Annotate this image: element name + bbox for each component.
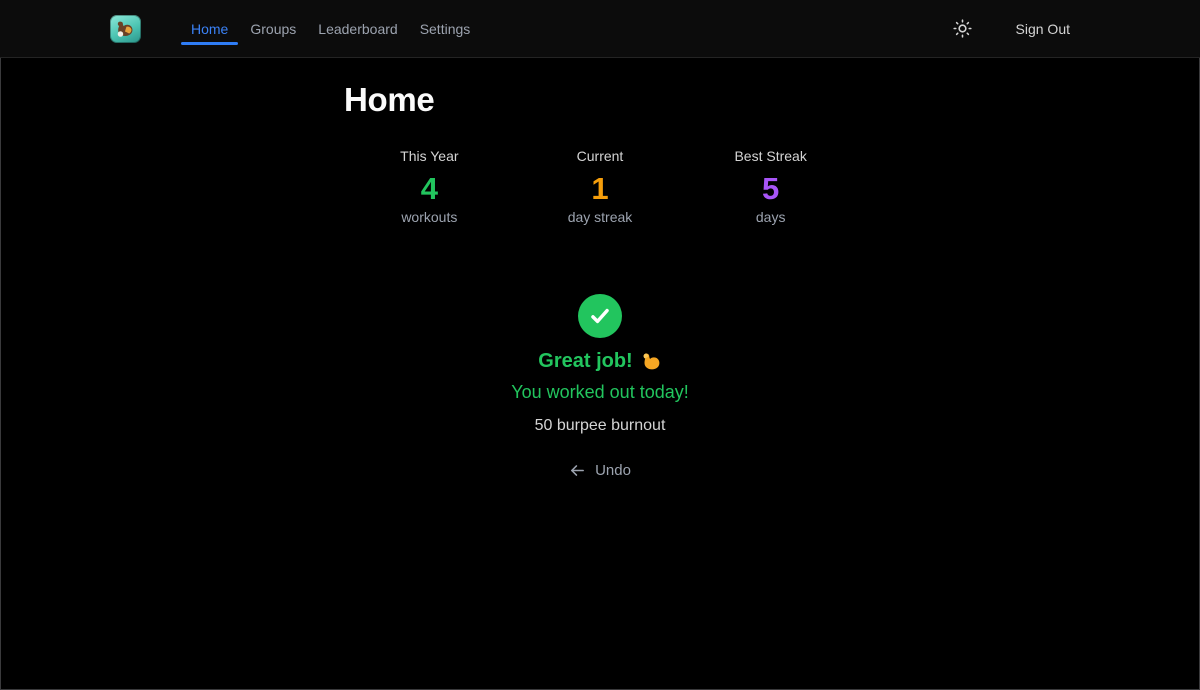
navbar-right: Sign Out xyxy=(953,19,1090,38)
stat-value: 4 xyxy=(344,171,515,206)
stat-label: Best Streak xyxy=(685,148,856,165)
workout-complete-section: Great job! You worked out today! 50 burp… xyxy=(344,294,856,484)
worked-out-message: You worked out today! xyxy=(344,381,856,403)
stat-best-streak: Best Streak 5 days xyxy=(685,148,856,226)
active-tab-underline xyxy=(181,42,238,45)
sign-out-button[interactable]: Sign Out xyxy=(1016,21,1070,37)
nav-item-leaderboard-label: Leaderboard xyxy=(318,21,397,37)
stat-value: 1 xyxy=(515,171,686,206)
logo-bicep-art xyxy=(114,18,137,40)
check-circle-icon xyxy=(578,294,622,338)
stat-value: 5 xyxy=(685,171,856,206)
navbar-inner: Home Groups Leaderboard Settings xyxy=(110,0,1090,57)
nav-item-settings[interactable]: Settings xyxy=(410,0,481,57)
arrow-left-icon xyxy=(569,462,586,479)
stats-row: This Year 4 workouts Current 1 day strea… xyxy=(344,148,856,226)
stat-unit: day streak xyxy=(515,209,686,226)
flexed-bicep-icon xyxy=(641,351,662,372)
stat-unit: days xyxy=(685,209,856,226)
navbar: Home Groups Leaderboard Settings xyxy=(0,0,1200,58)
stat-label: This Year xyxy=(344,148,515,165)
nav-item-home[interactable]: Home xyxy=(181,0,238,57)
undo-label: Undo xyxy=(595,462,631,479)
stat-unit: workouts xyxy=(344,209,515,226)
undo-button[interactable]: Undo xyxy=(569,462,631,479)
nav-item-groups[interactable]: Groups xyxy=(240,0,306,57)
nav-item-groups-label: Groups xyxy=(250,21,296,37)
stat-label: Current xyxy=(515,148,686,165)
page-title: Home xyxy=(344,82,856,118)
main-nav: Home Groups Leaderboard Settings xyxy=(181,0,480,57)
great-job-text: Great job! xyxy=(538,349,632,373)
app-logo-icon[interactable] xyxy=(110,15,141,43)
stat-this-year: This Year 4 workouts xyxy=(344,148,515,226)
nav-item-home-label: Home xyxy=(191,21,228,37)
checkmark-icon xyxy=(587,303,613,329)
stat-current-streak: Current 1 day streak xyxy=(515,148,686,226)
great-job-heading: Great job! xyxy=(344,349,856,373)
nav-item-leaderboard[interactable]: Leaderboard xyxy=(308,0,407,57)
workout-name: 50 burpee burnout xyxy=(344,416,856,436)
nav-item-settings-label: Settings xyxy=(420,21,471,37)
theme-toggle-button[interactable] xyxy=(953,19,972,38)
main-content: Home This Year 4 workouts Current 1 day … xyxy=(344,58,856,484)
sun-icon xyxy=(953,19,972,38)
